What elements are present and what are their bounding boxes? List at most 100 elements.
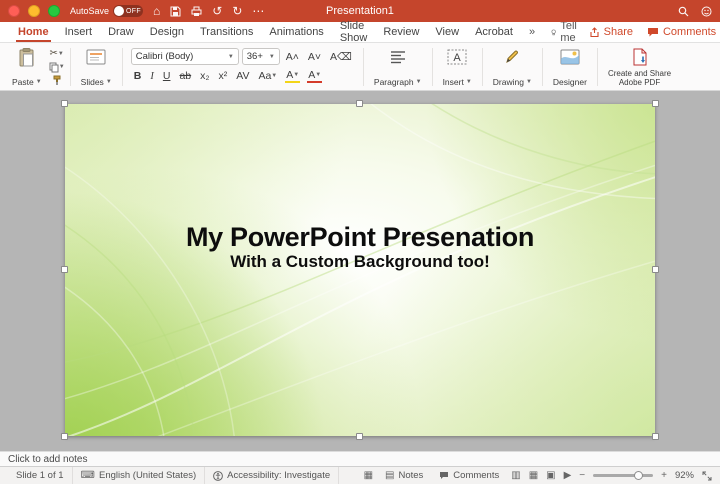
insert-button[interactable]: A Insert▼ — [439, 46, 476, 88]
insert-caret-icon: ▼ — [466, 79, 472, 85]
undo-icon[interactable]: ↺ — [212, 5, 222, 17]
font-group: Calibri (Body)▼ 36+▼ A˄ A˅ A⌫ B I U ab x… — [127, 45, 359, 89]
tab-slide-show[interactable]: Slide Show — [332, 22, 376, 42]
strikethrough-button[interactable]: ab — [176, 68, 194, 84]
superscript-button[interactable]: x² — [215, 68, 230, 84]
designer-group: Designer — [547, 45, 593, 89]
keyboard-icon: ⌨ — [81, 471, 95, 481]
keyboard-shortcuts-icon[interactable]: ▦ — [364, 471, 373, 481]
comments-bubble-icon — [439, 471, 449, 480]
tab-home[interactable]: Home — [10, 22, 57, 42]
increase-font-size-button[interactable]: A˄ — [283, 49, 302, 65]
resize-handle-middle-right[interactable] — [652, 266, 659, 273]
change-case-button[interactable]: Aa▼ — [255, 68, 280, 84]
zoom-slider[interactable] — [593, 474, 653, 477]
notes-toggle[interactable]: ▤ Notes — [381, 470, 427, 481]
share-button[interactable]: Share — [589, 26, 633, 38]
quick-access-toolbar: ⌂ ↺ ↻ ⋯ — [153, 5, 264, 17]
resize-handle-middle-left[interactable] — [61, 266, 68, 273]
underline-button[interactable]: U — [160, 68, 174, 84]
normal-view-icon[interactable]: ▥ — [511, 471, 520, 481]
fit-to-window-icon[interactable] — [702, 471, 712, 481]
drawing-button[interactable]: Drawing▼ — [489, 46, 536, 88]
cut-icon[interactable]: ✂ ▼ — [49, 47, 65, 60]
notes-pane[interactable]: Click to add notes — [0, 451, 720, 466]
language-indicator[interactable]: ⌨ English (United States) — [73, 467, 206, 484]
accessibility-checker[interactable]: Accessibility: Investigate — [205, 467, 339, 484]
feedback-smiley-icon[interactable] — [701, 6, 712, 17]
search-icon[interactable] — [678, 6, 689, 17]
slide-indicator[interactable]: Slide 1 of 1 — [8, 467, 73, 484]
zoom-in-button[interactable]: + — [661, 471, 667, 481]
clear-formatting-button[interactable]: A⌫ — [327, 49, 355, 65]
tab-insert[interactable]: Insert — [57, 22, 101, 42]
decrease-font-size-button[interactable]: A˅ — [305, 49, 324, 65]
tab-draw[interactable]: Draw — [100, 22, 142, 42]
zoom-knob[interactable] — [634, 471, 643, 480]
paragraph-button[interactable]: Paragraph▼ — [370, 46, 426, 88]
drawing-group: Drawing▼ — [487, 45, 538, 89]
resize-handle-top-left[interactable] — [61, 100, 68, 107]
slide-canvas[interactable]: My PowerPoint Presenation With a Custom … — [0, 91, 720, 451]
close-button[interactable] — [8, 5, 20, 17]
font-name-value: Calibri (Body) — [136, 51, 194, 62]
comments-toggle[interactable]: Comments — [435, 470, 503, 481]
tab-transitions[interactable]: Transitions — [192, 22, 261, 42]
paste-button[interactable]: Paste▼ — [8, 46, 46, 88]
format-painter-icon[interactable] — [49, 74, 65, 87]
more-commands-icon[interactable]: ⋯ — [252, 5, 264, 17]
tab-review[interactable]: Review — [375, 22, 427, 42]
new-slide-button[interactable]: Slides▼ — [77, 46, 116, 88]
highlight-caret-icon: ▼ — [293, 72, 299, 78]
resize-handle-top-right[interactable] — [652, 100, 659, 107]
tab-view[interactable]: View — [427, 22, 467, 42]
status-bar: Slide 1 of 1 ⌨ English (United States) A… — [0, 466, 720, 484]
ribbon-separator — [363, 48, 364, 86]
slide-title-text[interactable]: My PowerPoint Presenation — [65, 222, 655, 252]
ribbon-separator — [432, 48, 433, 86]
minimize-button[interactable] — [28, 5, 40, 17]
resize-handle-top-middle[interactable] — [356, 100, 363, 107]
text-highlight-button[interactable]: A▼ — [283, 68, 302, 84]
slide-sorter-view-icon[interactable]: ▦ — [529, 471, 538, 481]
tab-acrobat[interactable]: Acrobat — [467, 22, 521, 42]
tell-me-control[interactable]: Tell me — [543, 22, 589, 42]
comments-button[interactable]: Comments — [647, 26, 716, 38]
zoom-out-button[interactable]: − — [579, 471, 585, 481]
slides-group: Slides▼ — [75, 45, 118, 89]
tabrow-right: Share Comments — [589, 22, 717, 42]
autosave-control[interactable]: AutoSave OFF — [70, 5, 143, 17]
subscript-button[interactable]: x₂ — [197, 68, 212, 84]
notes-placeholder[interactable]: Click to add notes — [8, 454, 88, 465]
tab-overflow-chevron[interactable]: » — [521, 22, 543, 42]
change-case-caret-icon: ▼ — [271, 73, 277, 79]
ribbon-separator — [542, 48, 543, 86]
tab-animations[interactable]: Animations — [261, 22, 331, 42]
slide-subtitle-text[interactable]: With a Custom Background too! — [65, 252, 655, 272]
italic-button[interactable]: I — [147, 68, 157, 84]
resize-handle-bottom-left[interactable] — [61, 433, 68, 440]
bold-button[interactable]: B — [131, 68, 145, 84]
slideshow-view-icon[interactable]: ▶ — [564, 471, 572, 481]
tab-design[interactable]: Design — [142, 22, 192, 42]
print-icon[interactable] — [191, 6, 202, 17]
fullscreen-button[interactable] — [48, 5, 60, 17]
save-icon[interactable] — [170, 6, 181, 17]
resize-handle-bottom-right[interactable] — [652, 433, 659, 440]
slide[interactable]: My PowerPoint Presenation With a Custom … — [65, 104, 655, 436]
reading-view-icon[interactable]: ▣ — [546, 471, 555, 481]
redo-icon[interactable]: ↻ — [232, 5, 242, 17]
character-spacing-button[interactable]: AV — [233, 68, 252, 84]
resize-handle-bottom-middle[interactable] — [356, 433, 363, 440]
font-size-combo[interactable]: 36+▼ — [242, 48, 280, 65]
home-icon[interactable]: ⌂ — [153, 5, 160, 17]
title-placeholder[interactable]: My PowerPoint Presenation With a Custom … — [65, 222, 655, 272]
designer-button[interactable]: Designer — [549, 46, 591, 88]
create-adobe-pdf-button[interactable]: Create and Share Adobe PDF — [604, 46, 675, 88]
font-name-combo[interactable]: Calibri (Body)▼ — [131, 48, 239, 65]
paste-label: Paste — [12, 77, 34, 87]
copy-icon[interactable]: ▼ — [49, 61, 65, 74]
zoom-level[interactable]: 92% — [675, 470, 694, 481]
autosave-toggle[interactable]: OFF — [113, 5, 143, 17]
font-color-button[interactable]: A▼ — [305, 68, 324, 84]
